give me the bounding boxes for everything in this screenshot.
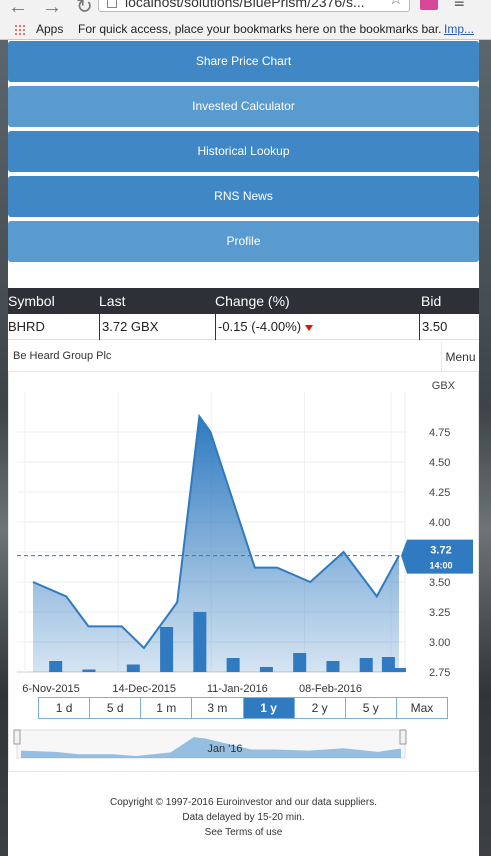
navigator-handle-left[interactable] (13, 729, 21, 745)
chart-widget-header: Be Heard Group Plc Menu (8, 342, 479, 372)
last-price-time: 14:00 (429, 561, 452, 571)
range-button-max[interactable]: Max (397, 698, 447, 718)
desktop-background-left (0, 40, 8, 856)
browser-chrome: ←→↻ localhost/solutions/BluePrism/2376/s… (0, 0, 491, 40)
currency-label: GBX (432, 380, 456, 392)
range-button-5d[interactable]: 5 d (90, 698, 142, 718)
last-price-label: 3.72 14:00 (401, 539, 473, 574)
navigator-label: Jan '16 (207, 743, 242, 755)
range-button-5y[interactable]: 5 y (346, 698, 397, 718)
import-bookmarks-link[interactable]: Imp... (444, 18, 474, 40)
browser-menu-icon[interactable]: ≡ (454, 0, 465, 13)
page: Share Price Chart Invested Calculator Hi… (8, 40, 479, 856)
cell-symbol: BHRD (8, 319, 45, 334)
y-tick-label: 4.50 (429, 457, 450, 469)
header-last: Last (99, 293, 126, 309)
back-icon[interactable]: ← (8, 0, 42, 18)
x-tick-label: 6-Nov-2015 (22, 683, 79, 695)
chart-menu-button[interactable]: Menu (441, 342, 479, 372)
forward-icon[interactable]: → (42, 0, 76, 18)
y-tick-label: 2.75 (429, 667, 450, 679)
y-tick-label: 4.00 (429, 517, 450, 529)
bookmarks-bar: Apps For quick access, place your bookma… (0, 18, 491, 40)
y-tick-label: 3.25 (429, 607, 450, 619)
range-button-1d[interactable]: 1 d (39, 698, 91, 718)
last-price-value: 3.72 (430, 545, 451, 557)
cell-change-value: -0.15 (-4.00%) (218, 319, 302, 334)
range-selector: 1 d5 d1 m3 m1 y2 y5 y Max (38, 697, 448, 719)
cell-bid: 3.50 (419, 314, 447, 340)
range-button-3m[interactable]: 3 m (192, 698, 244, 718)
x-tick-label: 14-Dec-2015 (112, 683, 176, 695)
x-tick-label: 08-Feb-2016 (299, 683, 362, 695)
cell-last: 3.72 GBX (99, 314, 158, 340)
address-bar[interactable]: localhost/solutions/BluePrism/2376/s... … (98, 0, 410, 12)
quote-header-row: Symbol Last Change (%) Bid (8, 288, 479, 314)
bookmarks-hint: For quick access, place your bookmarks h… (78, 22, 442, 36)
star-icon[interactable]: ☆ (389, 0, 403, 9)
desktop-background-right (479, 40, 491, 856)
down-arrow-icon (305, 324, 314, 331)
footer: Copyright © 1997-2016 Euroinvestor and o… (8, 795, 479, 840)
header-change: Change (%) (215, 293, 290, 309)
nav-share-price-chart[interactable]: Share Price Chart (8, 41, 479, 82)
x-axis: 6-Nov-2015 14-Dec-2015 11-Jan-2016 08-Feb-2… (22, 683, 362, 695)
header-bid: Bid (421, 293, 442, 309)
y-tick-label: 3.00 (429, 637, 450, 649)
terms-link[interactable]: See Terms of use (8, 825, 479, 840)
nav-invested-calculator[interactable]: Invested Calculator (8, 86, 479, 127)
navigator[interactable]: Jan '16 (13, 729, 407, 759)
y-tick-label: 4.75 (429, 427, 450, 439)
extension-icon[interactable] (420, 0, 438, 10)
apps-label[interactable]: Apps (36, 18, 63, 40)
url-text: localhost/solutions/BluePrism/2376/s... (125, 0, 365, 10)
apps-grid-icon[interactable] (14, 24, 26, 36)
nav-profile[interactable]: Profile (8, 221, 479, 262)
cell-change: -0.15 (-4.00%) (215, 314, 314, 340)
nav-rns-news[interactable]: RNS News (8, 176, 479, 217)
browser-nav-buttons[interactable]: ←→↻ (8, 0, 107, 19)
quote-row: BHRD 3.72 GBX -0.15 (-4.00%) 3.50 (8, 314, 479, 340)
range-button-1m[interactable]: 1 m (141, 698, 193, 718)
navigator-handle-right[interactable] (399, 729, 407, 745)
range-button-1y[interactable]: 1 y (243, 698, 295, 718)
quote-table: Symbol Last Change (%) Bid BHRD 3.72 GBX… (8, 288, 479, 340)
x-tick-label: 11-Jan-2016 (207, 683, 268, 695)
copyright-text: Copyright © 1997-2016 Euroinvestor and o… (110, 797, 377, 808)
y-tick-label: 4.25 (429, 487, 450, 499)
price-area (33, 416, 399, 672)
company-name: Be Heard Group Plc (13, 350, 112, 362)
header-symbol: Symbol (8, 293, 55, 309)
nav-historical-lookup[interactable]: Historical Lookup (8, 131, 479, 172)
range-button-2y[interactable]: 2 y (295, 698, 346, 718)
data-delay-text: Data delayed by 15-20 min. (182, 812, 305, 823)
y-tick-label: 3.50 (429, 577, 450, 589)
page-icon (107, 0, 117, 8)
